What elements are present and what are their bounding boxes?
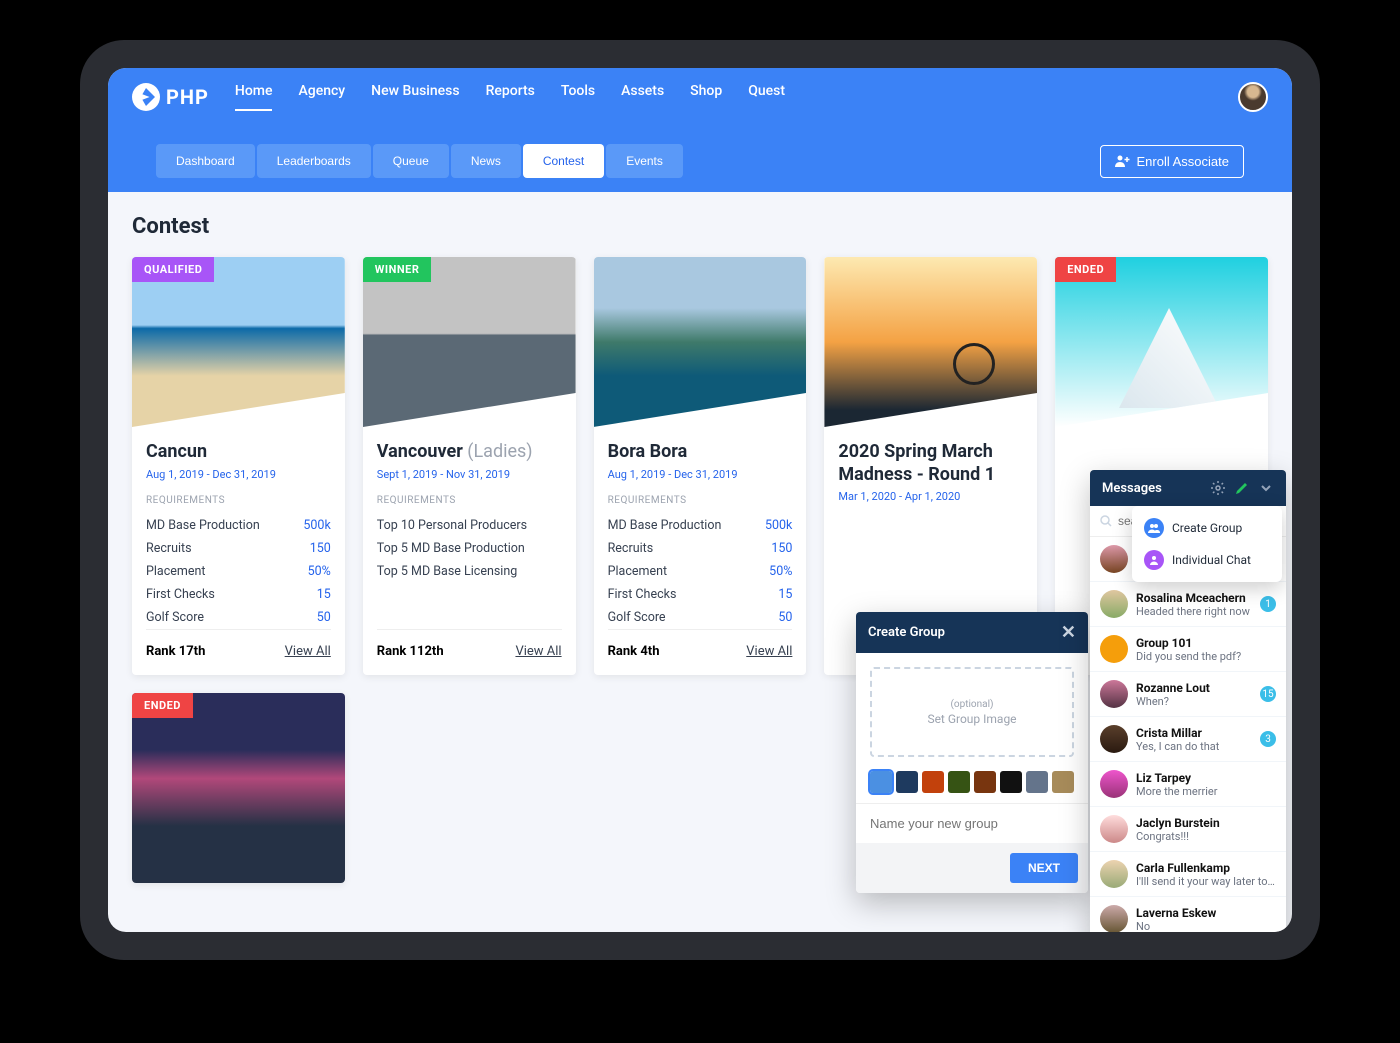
contest-card-borabora[interactable]: Bora Bora Aug 1, 2019 - Dec 31, 2019 REQ… bbox=[594, 257, 807, 675]
rank: Rank 4th bbox=[608, 644, 660, 659]
tab-events[interactable]: Events bbox=[606, 144, 683, 178]
tablet-frame: PHP Home Agency New Business Reports Too… bbox=[80, 40, 1320, 960]
tab-queue[interactable]: Queue bbox=[373, 144, 449, 178]
tab-leaderboards[interactable]: Leaderboards bbox=[257, 144, 371, 178]
preset-thumb[interactable] bbox=[922, 771, 944, 793]
status-badge: ENDED bbox=[1055, 257, 1116, 282]
message-item[interactable]: Carla FullenkampI'lll send it your way l… bbox=[1090, 852, 1286, 897]
avatar[interactable] bbox=[1238, 82, 1268, 112]
nav-reports[interactable]: Reports bbox=[486, 83, 535, 111]
preset-thumb[interactable] bbox=[870, 771, 892, 793]
card-title: Cancun bbox=[146, 441, 331, 464]
preset-thumb[interactable] bbox=[896, 771, 918, 793]
nav-shop[interactable]: Shop bbox=[690, 83, 722, 111]
modal-header: Create Group ✕ bbox=[856, 612, 1088, 653]
status-badge: WINNER bbox=[363, 257, 432, 282]
card-image bbox=[1055, 257, 1268, 427]
nav-tools[interactable]: Tools bbox=[561, 83, 595, 111]
content: Contest QUALIFIED Cancun Aug 1, 2019 - D… bbox=[108, 192, 1292, 932]
view-all-link[interactable]: View All bbox=[515, 644, 561, 659]
messages-panel: Messages bbox=[1090, 470, 1286, 932]
tab-news[interactable]: News bbox=[451, 144, 521, 178]
gear-icon[interactable] bbox=[1210, 480, 1226, 496]
preset-thumb[interactable] bbox=[1026, 771, 1048, 793]
tabs: Dashboard Leaderboards Queue News Contes… bbox=[156, 144, 685, 178]
rank: Rank 112th bbox=[377, 644, 444, 659]
nav-home[interactable]: Home bbox=[235, 83, 273, 111]
card-dates: Mar 1, 2020 - Apr 1, 2020 bbox=[838, 490, 1023, 503]
message-item[interactable]: Rozanne LoutWhen?15 bbox=[1090, 672, 1286, 717]
rank: Rank 17th bbox=[146, 644, 205, 659]
messages-header: Messages bbox=[1090, 470, 1286, 506]
status-badge: ENDED bbox=[132, 693, 193, 718]
card-body: Cancun Aug 1, 2019 - Dec 31, 2019 REQUIR… bbox=[132, 427, 345, 675]
primary-nav: PHP Home Agency New Business Reports Too… bbox=[132, 82, 1268, 126]
card-image bbox=[132, 693, 345, 883]
status-badge: QUALIFIED bbox=[132, 257, 214, 282]
person-icon bbox=[1144, 550, 1164, 570]
compose-icon[interactable] bbox=[1234, 480, 1250, 496]
card-image bbox=[824, 257, 1037, 427]
message-list[interactable]: LeoIt st Rosalina MceachernHeaded there … bbox=[1090, 537, 1286, 932]
enroll-associate-button[interactable]: Enroll Associate bbox=[1100, 145, 1245, 178]
preset-thumb[interactable] bbox=[1052, 771, 1074, 793]
message-item[interactable]: Jaclyn BursteinCongrats!!! bbox=[1090, 807, 1286, 852]
person-add-icon bbox=[1115, 154, 1131, 168]
nav-assets[interactable]: Assets bbox=[621, 83, 664, 111]
topbar: PHP Home Agency New Business Reports Too… bbox=[108, 68, 1292, 192]
card-title: Bora Bora bbox=[608, 441, 793, 464]
tab-contest[interactable]: Contest bbox=[523, 144, 604, 178]
card-dates: Aug 1, 2019 - Dec 31, 2019 bbox=[608, 468, 793, 481]
page-title: Contest bbox=[132, 214, 1268, 239]
contest-card-vancouver[interactable]: WINNER Vancouver (Ladies) Sept 1, 2019 -… bbox=[363, 257, 576, 675]
next-button[interactable]: NEXT bbox=[1010, 853, 1078, 883]
message-item[interactable]: Crista MillarYes, I can do that3 bbox=[1090, 717, 1286, 762]
contest-card-cancun[interactable]: QUALIFIED Cancun Aug 1, 2019 - Dec 31, 2… bbox=[132, 257, 345, 675]
contest-card-6[interactable]: ENDED bbox=[132, 693, 345, 883]
image-presets bbox=[856, 771, 1088, 803]
nav-new-business[interactable]: New Business bbox=[371, 83, 459, 111]
card-image bbox=[363, 257, 576, 427]
preset-thumb[interactable] bbox=[974, 771, 996, 793]
logo[interactable]: PHP bbox=[132, 83, 209, 111]
sub-nav: Dashboard Leaderboards Queue News Contes… bbox=[132, 126, 1268, 192]
screen: PHP Home Agency New Business Reports Too… bbox=[108, 68, 1292, 932]
preset-thumb[interactable] bbox=[948, 771, 970, 793]
brand-text: PHP bbox=[166, 85, 209, 109]
message-item[interactable]: Laverna EskewNo bbox=[1090, 897, 1286, 932]
card-title: 2020 Spring March Madness - Round 1 bbox=[838, 441, 1023, 486]
nav-quest[interactable]: Quest bbox=[748, 83, 785, 111]
card-title: Vancouver (Ladies) bbox=[377, 441, 562, 464]
flame-icon bbox=[132, 83, 160, 111]
enroll-label: Enroll Associate bbox=[1137, 154, 1230, 169]
group-image-dropzone[interactable]: (optional) Set Group Image bbox=[870, 667, 1074, 757]
card-image bbox=[594, 257, 807, 427]
compose-popover: Create Group Individual Chat bbox=[1132, 506, 1282, 582]
requirements-heading: REQUIREMENTS bbox=[146, 495, 331, 506]
popover-create-group[interactable]: Create Group bbox=[1138, 512, 1276, 544]
group-icon bbox=[1144, 518, 1164, 538]
preset-thumb[interactable] bbox=[1000, 771, 1022, 793]
create-group-modal: Create Group ✕ (optional) Set Group Imag… bbox=[856, 612, 1088, 893]
view-all-link[interactable]: View All bbox=[746, 644, 792, 659]
view-all-link[interactable]: View All bbox=[285, 644, 331, 659]
message-item[interactable]: Group 101Did you send the pdf? bbox=[1090, 627, 1286, 672]
nav-agency[interactable]: Agency bbox=[298, 83, 345, 111]
card-dates: Aug 1, 2019 - Dec 31, 2019 bbox=[146, 468, 331, 481]
message-item[interactable]: Liz TarpeyMore the merrier bbox=[1090, 762, 1286, 807]
tab-dashboard[interactable]: Dashboard bbox=[156, 144, 255, 178]
search-icon bbox=[1100, 515, 1112, 527]
card-image bbox=[132, 257, 345, 427]
modal-title: Create Group bbox=[868, 625, 945, 640]
popover-individual-chat[interactable]: Individual Chat bbox=[1138, 544, 1276, 576]
group-name-input[interactable] bbox=[856, 803, 1088, 843]
close-icon[interactable]: ✕ bbox=[1061, 622, 1076, 643]
chevron-down-icon[interactable] bbox=[1258, 480, 1274, 496]
message-item[interactable]: Rosalina MceachernHeaded there right now… bbox=[1090, 582, 1286, 627]
messages-title: Messages bbox=[1102, 481, 1162, 496]
card-dates: Sept 1, 2019 - Nov 31, 2019 bbox=[377, 468, 562, 481]
